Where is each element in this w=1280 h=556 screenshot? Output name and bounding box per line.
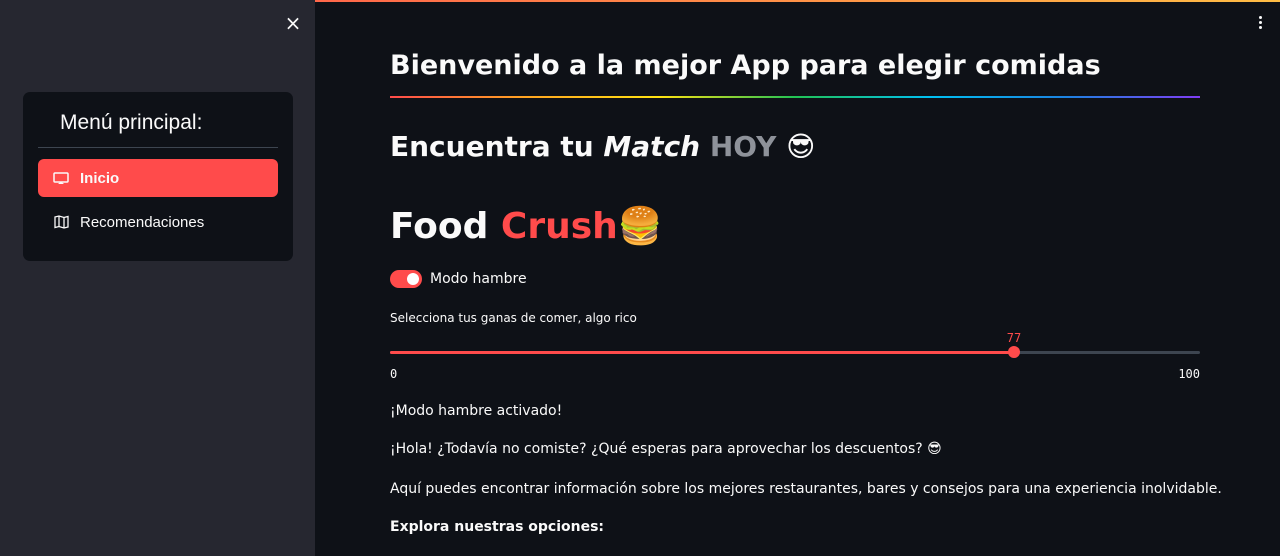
sidebar: × Menú principal: Inicio Recomendaciones (0, 0, 315, 556)
subtitle-emphasis: Match (603, 130, 701, 163)
slider-min: 0 (390, 367, 398, 381)
hunger-mode-toggle[interactable] (390, 270, 422, 288)
close-icon: × (284, 11, 302, 35)
close-sidebar-button[interactable]: × (282, 11, 304, 35)
hunger-mode-toggle-row: Modo hambre (390, 270, 527, 288)
subtitle-grey: HOY (700, 130, 777, 163)
menu-item-inicio[interactable]: Inicio (38, 159, 278, 197)
greeting-text: ¡Hola! ¿Todavía no comiste? ¿Qué esperas… (390, 441, 942, 457)
sunglasses-emoji-icon: 😎 (776, 130, 816, 163)
menu-item-label: Inicio (80, 169, 120, 187)
brand-heading: Food Crush🍔 (390, 205, 663, 247)
slider-track[interactable] (390, 351, 1200, 354)
subtitle: Encuentra tu Match HOY 😎 (390, 130, 815, 163)
brand-accent: Crush (500, 206, 618, 247)
page-title: Bienvenido a la mejor App para elegir co… (390, 50, 1101, 81)
info-text: Aquí puedes encontrar información sobre … (390, 481, 1222, 497)
title-divider (390, 96, 1200, 98)
burger-emoji-icon: 🍔 (617, 206, 663, 247)
brand-text: Food (390, 206, 501, 247)
subtitle-text: Encuentra tu (390, 130, 604, 163)
kebab-dot (1258, 25, 1262, 29)
slider-value: 77 (1006, 331, 1022, 345)
main-menu: Menú principal: Inicio Recomendaciones (23, 92, 293, 261)
kebab-dot (1258, 20, 1262, 24)
cast-icon (52, 171, 70, 185)
toggle-knob (407, 273, 419, 285)
explore-heading: Explora nuestras opciones: (390, 519, 605, 535)
menu-item-label: Recomendaciones (80, 213, 205, 231)
hunger-mode-status: ¡Modo hambre activado! (390, 403, 563, 419)
slider-fill (390, 351, 1014, 354)
menu-item-recomendaciones[interactable]: Recomendaciones (38, 203, 278, 241)
main-menu-kebab-button[interactable] (1252, 12, 1268, 32)
slider-max: 100 (1178, 367, 1200, 381)
hunger-mode-label: Modo hambre (430, 271, 527, 287)
slider-label: Selecciona tus ganas de comer, algo rico (390, 311, 637, 325)
slider-thumb[interactable] (1008, 346, 1020, 358)
menu-divider (38, 147, 278, 148)
menu-title: Menú principal: (60, 111, 203, 134)
kebab-dot (1258, 15, 1262, 19)
map-icon (52, 215, 70, 229)
